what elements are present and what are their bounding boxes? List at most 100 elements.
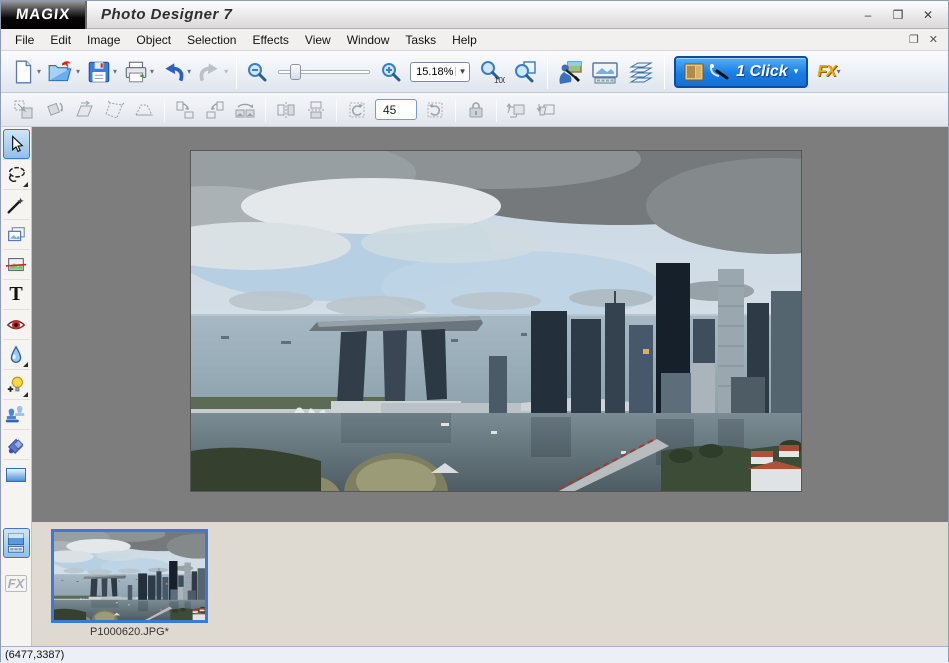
thumbnail-selected[interactable]: [51, 529, 208, 623]
canvas-area[interactable]: [32, 127, 948, 522]
rotate-right-icon: [204, 99, 226, 121]
main-area: T: [1, 127, 948, 522]
menu-edit[interactable]: Edit: [42, 31, 79, 49]
zoom-fit-button[interactable]: [508, 57, 542, 87]
effects-panel-button[interactable]: FX: [3, 568, 30, 598]
straighten-tool[interactable]: [3, 249, 30, 279]
thumbnail-caption: P1000620.JPG*: [51, 626, 208, 638]
print-button[interactable]: ▾: [120, 57, 157, 87]
photo-document[interactable]: [191, 151, 801, 491]
object-selection-tool[interactable]: [3, 219, 30, 249]
undo-icon: [160, 59, 186, 85]
zoom-slider-thumb[interactable]: [290, 64, 301, 80]
new-document-button[interactable]: ▾: [7, 57, 44, 87]
chevron-down-icon[interactable]: ▼: [455, 67, 469, 76]
send-backward-button[interactable]: [532, 96, 562, 124]
blur-drop-tool[interactable]: [3, 339, 30, 369]
lasso-icon: [5, 164, 27, 186]
menu-object[interactable]: Object: [128, 31, 179, 49]
zoom-out-button[interactable]: [242, 58, 272, 86]
select-tool[interactable]: [3, 129, 30, 159]
lock-icon: [465, 99, 487, 121]
document-close-button[interactable]: ✕: [929, 33, 938, 46]
gradient-swatch-icon: [6, 468, 26, 482]
text-tool[interactable]: T: [3, 279, 30, 309]
distort-object-button[interactable]: [99, 96, 129, 124]
layers-button[interactable]: [623, 57, 659, 87]
zoom-level-dropdown[interactable]: 15.18% ▼: [410, 62, 470, 82]
toolbar-separator: [336, 98, 337, 122]
chevron-down-icon[interactable]: ▾: [150, 67, 154, 76]
main-toolbar: ▾ ▾ ▾: [1, 51, 948, 93]
menu-help[interactable]: Help: [444, 31, 485, 49]
menu-view[interactable]: View: [297, 31, 339, 49]
fill-tool[interactable]: [3, 429, 30, 459]
filmstrip-item[interactable]: P1000620.JPG*: [51, 529, 208, 638]
transform-toolbar: [1, 93, 948, 127]
gradient-tool[interactable]: [3, 459, 30, 489]
undo-button[interactable]: ▾: [157, 57, 194, 87]
zoom-out-icon: [245, 60, 269, 84]
rotate-angle-cw-button[interactable]: [420, 96, 450, 124]
status-bar: (6477,3387): [1, 646, 948, 663]
rotate-angle-ccw-button[interactable]: [342, 96, 372, 124]
minimize-button[interactable]: –: [856, 6, 880, 24]
bottom-panel: FX P1000620.JPG*: [1, 522, 948, 646]
zoom-slider[interactable]: [278, 63, 370, 81]
zoom-level-value: 15.18%: [411, 66, 455, 78]
lasso-tool[interactable]: [3, 159, 30, 189]
resize-object-button[interactable]: [9, 96, 39, 124]
document-restore-button[interactable]: ❐: [909, 33, 919, 46]
rotate-object-button[interactable]: [39, 96, 69, 124]
slideshow-button[interactable]: [587, 57, 623, 87]
chevron-down-icon[interactable]: ▾: [187, 67, 191, 76]
zoom-in-button[interactable]: [376, 58, 406, 86]
maximize-button[interactable]: ❒: [886, 6, 910, 24]
water-drop-icon: [5, 344, 27, 366]
zoom-100-button[interactable]: 100: [474, 57, 508, 87]
menu-effects[interactable]: Effects: [244, 31, 296, 49]
bring-forward-button[interactable]: [502, 96, 532, 124]
menu-window[interactable]: Window: [339, 31, 398, 49]
rotation-angle-input[interactable]: [375, 99, 417, 120]
chevron-down-icon[interactable]: ▾: [837, 67, 841, 76]
rotate-180-button[interactable]: [230, 96, 260, 124]
save-icon: [86, 59, 112, 85]
mirror-horizontal-button[interactable]: [271, 96, 301, 124]
open-file-button[interactable]: ▾: [44, 57, 83, 87]
menu-image[interactable]: Image: [79, 31, 128, 49]
menu-tasks[interactable]: Tasks: [397, 31, 444, 49]
menu-selection[interactable]: Selection: [179, 31, 244, 49]
lock-object-button[interactable]: [461, 96, 491, 124]
toolbar-separator: [547, 55, 548, 89]
redo-button[interactable]: ▾: [194, 57, 231, 87]
new-document-icon: [10, 59, 36, 85]
save-button[interactable]: ▾: [83, 57, 120, 87]
clone-stamp-tool[interactable]: [3, 399, 30, 429]
rotate-right-90-button[interactable]: [200, 96, 230, 124]
chevron-down-icon[interactable]: ▾: [113, 67, 117, 76]
redo-icon: [197, 59, 223, 85]
window-controls: – ❒ ✕: [856, 6, 948, 24]
effects-fx-button[interactable]: FX ▾: [812, 60, 845, 84]
chevron-down-icon[interactable]: ▾: [37, 67, 41, 76]
magic-wand-tool[interactable]: [3, 189, 30, 219]
chevron-down-icon[interactable]: ▾: [76, 67, 80, 76]
rotate-ccw-angle-icon: [346, 99, 368, 121]
filmstrip-strip: P1000620.JPG*: [32, 522, 948, 646]
cursor-arrow-icon: [6, 134, 26, 154]
menu-file[interactable]: File: [7, 31, 42, 49]
skew-object-button[interactable]: [69, 96, 99, 124]
rotate-left-90-button[interactable]: [170, 96, 200, 124]
one-click-optimize-button[interactable]: 1 Click ▾: [674, 56, 808, 88]
filmstrip-view-button[interactable]: [3, 528, 30, 558]
chevron-down-icon[interactable]: ▾: [224, 67, 228, 76]
photo-optimize-button[interactable]: [553, 56, 587, 88]
bring-forward-icon: [505, 99, 529, 121]
brightness-tool[interactable]: [3, 369, 30, 399]
mirror-vertical-button[interactable]: [301, 96, 331, 124]
close-button[interactable]: ✕: [916, 6, 940, 24]
chevron-down-icon[interactable]: ▾: [794, 66, 799, 77]
perspective-object-button[interactable]: [129, 96, 159, 124]
red-eye-removal-tool[interactable]: [3, 309, 30, 339]
